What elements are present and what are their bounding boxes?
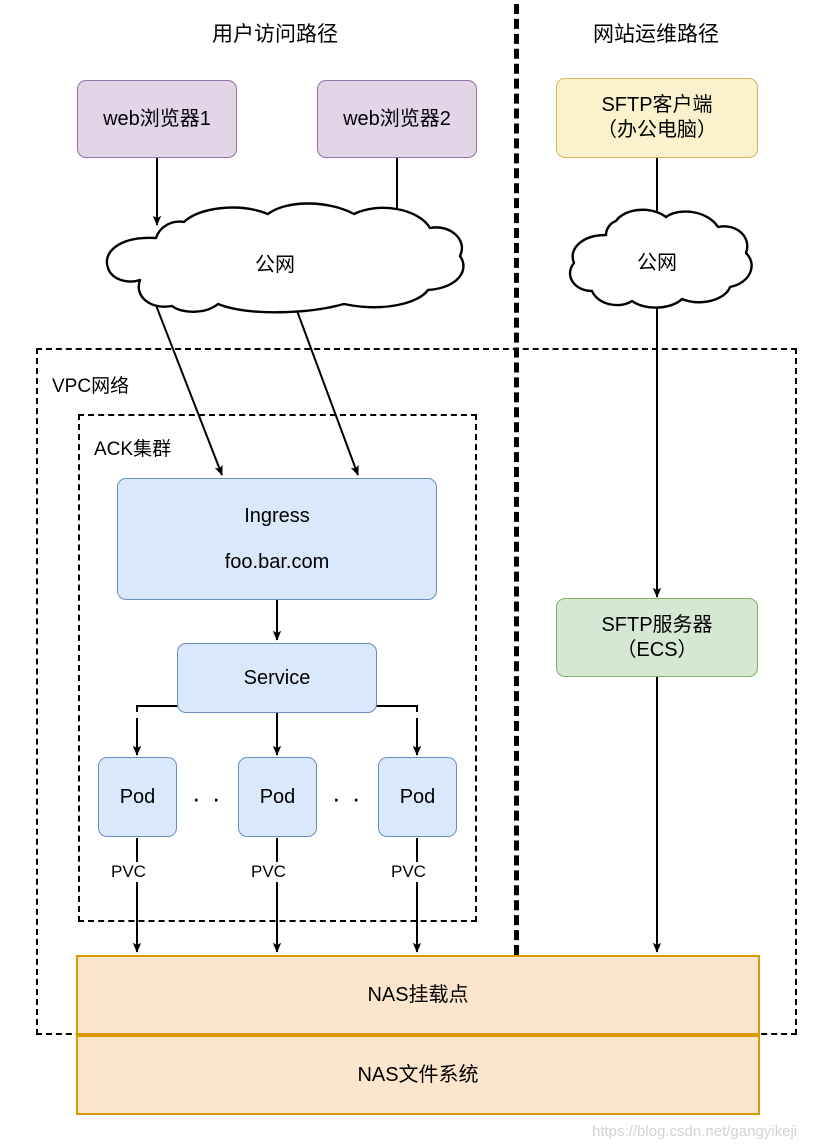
node-ingress-label: Ingress [244, 504, 310, 527]
node-sftp-client-label-line2: （办公电脑） [597, 119, 717, 141]
node-service-label: Service [243, 666, 311, 689]
edge-label-pvc-2: PVC [249, 862, 288, 882]
node-ingress-host: foo.bar.com [224, 550, 330, 573]
pod-ellipsis-1: · · [192, 783, 223, 813]
node-web-browser-1[interactable]: web浏览器1 [77, 80, 237, 158]
node-sftp-server-label-line2: （ECS） [616, 638, 698, 661]
node-web-browser-1-label: web浏览器1 [103, 107, 211, 130]
node-pod-2-label: Pod [259, 785, 296, 808]
node-pod-2[interactable]: Pod [238, 757, 317, 837]
ack-cluster-label: ACK集群 [94, 439, 172, 460]
node-sftp-server[interactable]: SFTP服务器 （ECS） [556, 598, 758, 677]
vpc-network-label: VPC网络 [52, 376, 130, 397]
node-web-browser-2-label: web浏览器2 [343, 107, 451, 130]
architecture-diagram: 用户访问路径 网站运维路径 VPC网络 ACK集群 公网 公网 web浏览器1 … [0, 0, 836, 1148]
node-pod-1-label: Pod [119, 785, 156, 808]
cloud-right-label: 公网 [637, 252, 677, 274]
node-ingress[interactable]: Ingress foo.bar.com [117, 478, 437, 600]
node-nas-filesystem-label: NAS文件系统 [357, 1063, 479, 1086]
section-title-ops-path: 网站运维路径 [593, 23, 719, 46]
cloud-left-label: 公网 [255, 254, 295, 276]
node-sftp-server-label-line1: SFTP服务器 [601, 613, 713, 636]
node-pod-3[interactable]: Pod [378, 757, 457, 837]
node-sftp-client-label-line1: SFTP客户端 [601, 94, 713, 116]
watermark: https://blog.csdn.net/gangyikeji [592, 1123, 798, 1140]
edge-label-pvc-1: PVC [109, 862, 148, 882]
node-nas-mount-point-label: NAS挂载点 [367, 983, 469, 1006]
node-nas-mount-point[interactable]: NAS挂载点 [76, 955, 760, 1035]
section-title-user-access-path: 用户访问路径 [212, 23, 338, 46]
node-sftp-client[interactable]: SFTP客户端 （办公电脑） [556, 78, 758, 158]
node-pod-3-label: Pod [399, 785, 436, 808]
node-pod-1[interactable]: Pod [98, 757, 177, 837]
node-web-browser-2[interactable]: web浏览器2 [317, 80, 477, 158]
node-service[interactable]: Service [177, 643, 377, 713]
edge-label-pvc-3: PVC [389, 862, 428, 882]
pod-ellipsis-2: · · [332, 783, 363, 813]
node-nas-filesystem[interactable]: NAS文件系统 [76, 1035, 760, 1115]
